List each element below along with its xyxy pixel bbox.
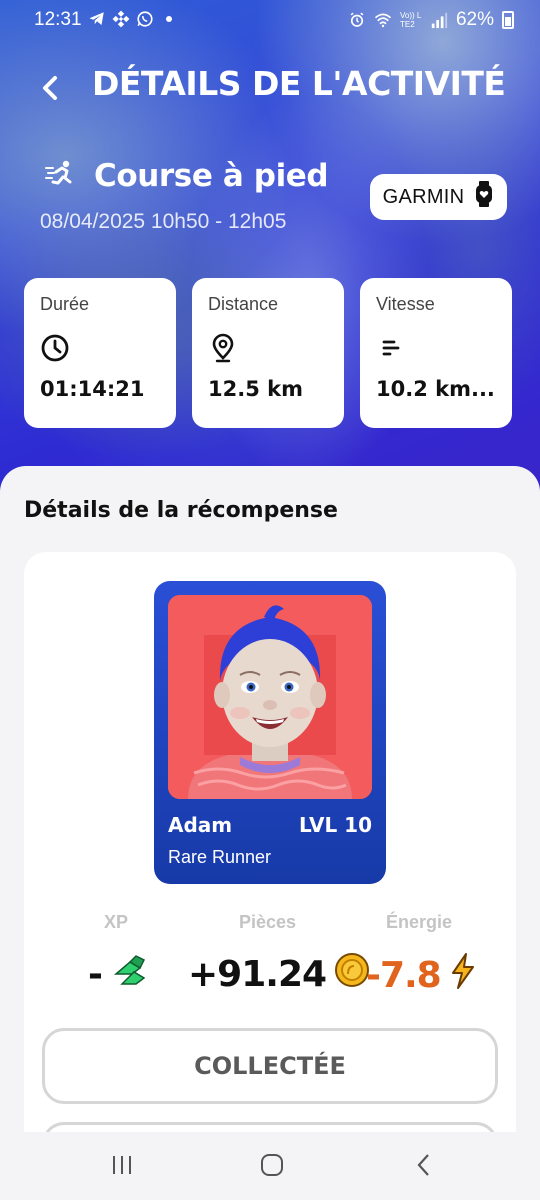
status-time: 12:31 bbox=[34, 9, 82, 30]
running-icon bbox=[44, 158, 78, 192]
system-nav-bar bbox=[0, 1132, 540, 1200]
energy-label: Énergie bbox=[386, 912, 453, 932]
stat-value: 12.5 km bbox=[208, 377, 303, 401]
player-rarity: Rare Runner bbox=[168, 847, 272, 867]
collected-button[interactable]: COLLECTÉE bbox=[42, 1028, 498, 1104]
alarm-icon bbox=[348, 11, 366, 29]
stat-card-duration: Durée 01:14:21 bbox=[24, 278, 176, 428]
binance-icon bbox=[112, 10, 130, 28]
stat-value: 10.2 km... bbox=[376, 377, 495, 401]
recent-apps-icon bbox=[110, 1154, 134, 1180]
back-button[interactable] bbox=[32, 72, 68, 108]
home-button[interactable] bbox=[252, 1152, 292, 1182]
recent-apps-button[interactable] bbox=[102, 1152, 142, 1182]
dot-icon bbox=[160, 10, 178, 28]
back-icon bbox=[416, 1153, 432, 1181]
location-pin-icon bbox=[208, 333, 238, 363]
chevron-left-icon bbox=[39, 74, 61, 106]
clock-icon bbox=[40, 333, 70, 363]
page-title: DÉTAILS DE L'ACTIVITÉ bbox=[92, 64, 506, 103]
speed-lines-icon bbox=[376, 333, 406, 363]
coin-icon bbox=[334, 952, 370, 997]
coins-value: +91.24 bbox=[188, 954, 327, 995]
telegram-icon bbox=[88, 10, 106, 28]
player-level: LVL 10 bbox=[298, 813, 372, 837]
back-nav-button[interactable] bbox=[404, 1152, 444, 1182]
source-badge: GARMIN bbox=[370, 174, 507, 220]
avatar bbox=[168, 595, 372, 799]
energy-reward: -7.8 bbox=[366, 952, 477, 999]
wifi-icon bbox=[374, 11, 392, 29]
xp-label: XP bbox=[104, 912, 129, 932]
source-name: GARMIN bbox=[382, 185, 465, 208]
player-card[interactable]: Adam LVL 10 Rare Runner bbox=[154, 581, 386, 884]
stat-label: Durée bbox=[40, 294, 90, 314]
home-icon bbox=[260, 1153, 284, 1181]
energy-value: -7.8 bbox=[366, 955, 442, 996]
whatsapp-icon bbox=[136, 10, 154, 28]
activity-datetime: 08/04/2025 10h50 - 12h05 bbox=[40, 210, 287, 233]
reward-section-title: Détails de la récompense bbox=[24, 498, 338, 523]
battery-icon bbox=[502, 11, 514, 29]
xp-value: - bbox=[88, 954, 103, 995]
xp-reward: - bbox=[88, 952, 150, 997]
volte-icon: Vo)) LTE2 bbox=[399, 11, 422, 29]
signal-icon bbox=[430, 11, 448, 29]
battery-percent: 62% bbox=[455, 9, 494, 30]
stat-card-speed: Vitesse 10.2 km... bbox=[360, 278, 512, 428]
stat-label: Vitesse bbox=[376, 294, 435, 314]
activity-type: Course à pied bbox=[94, 158, 329, 194]
stat-label: Distance bbox=[208, 294, 279, 314]
lightning-icon bbox=[449, 952, 477, 999]
coins-reward: +91.24 bbox=[188, 952, 370, 997]
double-chevron-up-icon bbox=[110, 952, 150, 997]
watch-heart-icon bbox=[474, 180, 494, 214]
player-name: Adam bbox=[168, 813, 233, 837]
coins-label: Pièces bbox=[239, 912, 297, 932]
stat-card-distance: Distance 12.5 km bbox=[192, 278, 344, 428]
stat-value: 01:14:21 bbox=[40, 377, 145, 401]
status-bar: 12:31 Vo)) LTE2 62% bbox=[0, 0, 540, 40]
